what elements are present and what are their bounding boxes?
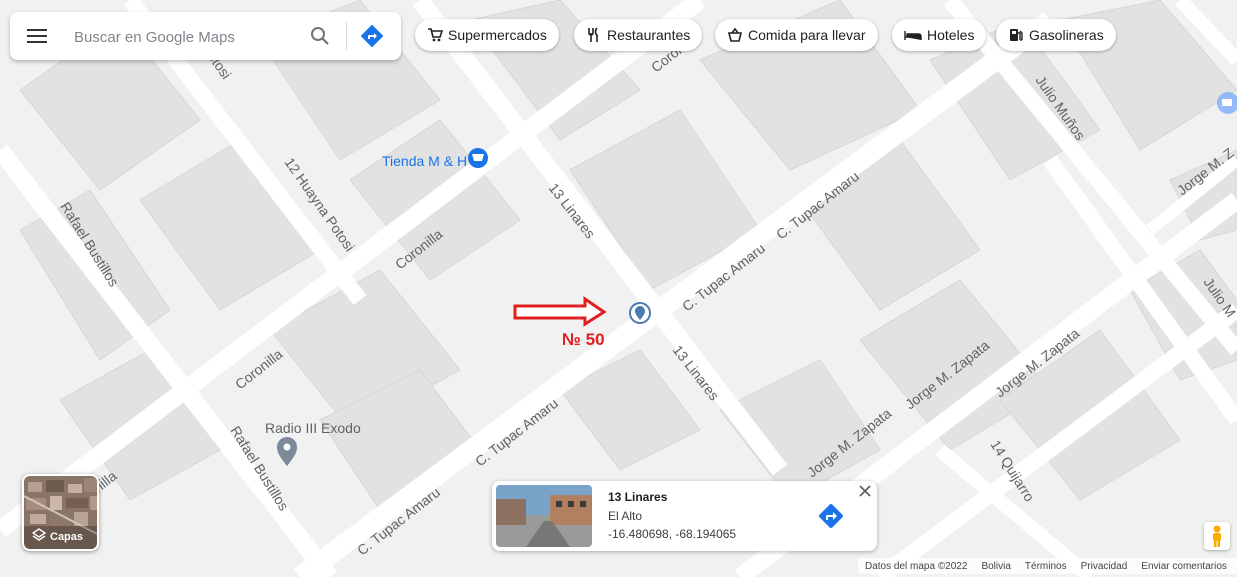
search-input[interactable] bbox=[72, 24, 306, 50]
pegman-icon bbox=[1213, 525, 1221, 547]
pegman-button[interactable] bbox=[1204, 522, 1230, 550]
place-subtitle: El Alto bbox=[608, 509, 643, 523]
layers-button[interactable]: Capas bbox=[22, 474, 99, 551]
footer-terms-link[interactable]: Términos bbox=[1025, 561, 1067, 572]
gas-station-icon bbox=[1010, 29, 1023, 41]
chip-label: Gasolineras bbox=[1029, 27, 1104, 43]
chip-label: Comida para llevar bbox=[748, 27, 866, 43]
cart-icon bbox=[428, 28, 443, 42]
layers-label: Capas bbox=[50, 531, 84, 543]
poi-tienda-label[interactable]: Tienda M & H bbox=[382, 153, 467, 169]
selected-location-marker[interactable] bbox=[629, 302, 651, 324]
search-icon[interactable] bbox=[308, 24, 332, 48]
search-divider bbox=[346, 22, 347, 50]
place-info-card[interactable]: 13 Linares El Alto -16.480698, -68.19406… bbox=[492, 481, 877, 551]
place-coordinates: -16.480698, -68.194065 bbox=[608, 527, 737, 541]
footer-feedback-link[interactable]: Enviar comentarios bbox=[1141, 561, 1227, 572]
chip-gasolineras[interactable]: Gasolineras bbox=[996, 19, 1116, 51]
footer-country[interactable]: Bolivia bbox=[981, 561, 1010, 572]
map-footer: Datos del mapa ©2022 Bolivia Términos Pr… bbox=[858, 558, 1237, 574]
menu-icon[interactable] bbox=[26, 25, 48, 47]
chip-supermercados[interactable]: Supermercados bbox=[415, 19, 559, 51]
layers-icon bbox=[32, 528, 46, 541]
chip-label: Restaurantes bbox=[607, 27, 691, 43]
bed-icon bbox=[904, 31, 922, 40]
close-icon[interactable] bbox=[858, 484, 872, 498]
chip-label: Supermercados bbox=[448, 27, 547, 43]
chip-comida-para-llevar[interactable]: Comida para llevar bbox=[715, 19, 878, 51]
chip-restaurantes[interactable]: Restaurantes bbox=[574, 19, 703, 51]
fork-knife-icon bbox=[588, 27, 598, 42]
footer-privacy-link[interactable]: Privacidad bbox=[1081, 561, 1128, 572]
search-box bbox=[10, 12, 401, 60]
street-view-thumbnail[interactable] bbox=[496, 485, 592, 547]
directions-icon[interactable] bbox=[360, 24, 384, 48]
directions-icon[interactable] bbox=[816, 501, 846, 531]
chip-hoteles[interactable]: Hoteles bbox=[892, 19, 987, 51]
poi-radio-label[interactable]: Radio III Exodo bbox=[265, 420, 361, 436]
footer-map-data: Datos del mapa ©2022 bbox=[865, 560, 968, 572]
annotation-label: № 50 bbox=[562, 330, 605, 349]
place-title: 13 Linares bbox=[608, 490, 668, 504]
takeout-icon bbox=[727, 27, 743, 42]
chip-label: Hoteles bbox=[927, 27, 975, 43]
